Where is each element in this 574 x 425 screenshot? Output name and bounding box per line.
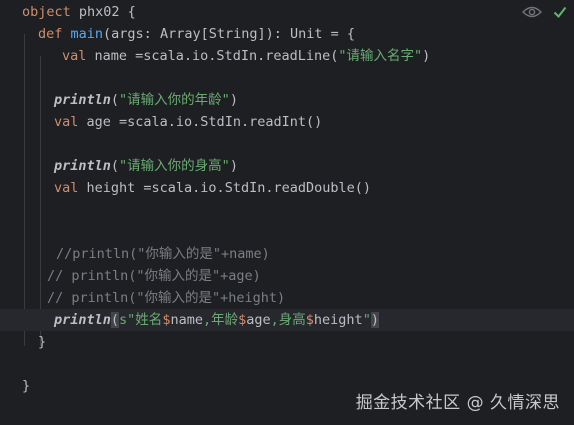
indent-guide (40, 56, 41, 346)
code-line-2[interactable]: def main(args: Array[String]): Unit = { (38, 23, 355, 45)
string-literal: " (362, 312, 371, 328)
println-call: println (54, 312, 111, 328)
code-editor[interactable]: object phx02 { def main(args: Array[Stri… (0, 0, 574, 425)
code-line-14[interactable]: // println("你输入的是"+height) (47, 287, 285, 309)
code-line-6[interactable]: val age =scala.io.StdIn.readInt() (54, 111, 322, 133)
keyword-val: val (62, 48, 87, 64)
code-line-9[interactable]: val height =scala.io.StdIn.readDouble() (54, 177, 371, 199)
println-call: println (54, 92, 111, 108)
code-line-13[interactable]: // println("你输入的是"+age) (47, 265, 261, 287)
line-comment: // println("你输入的是"+age) (47, 268, 261, 284)
editor-toolbar (522, 4, 568, 20)
indent-guide (24, 34, 25, 346)
paren: ( (110, 158, 120, 174)
closing-brace: } (38, 334, 47, 350)
interpolated-variable: name (170, 312, 203, 328)
code-line-1[interactable]: object phx02 { (22, 1, 136, 23)
object-name: phx02 { (70, 4, 136, 20)
keyword-def: def (38, 26, 63, 42)
closing-brace: } (22, 378, 31, 394)
paren: ) (229, 92, 238, 108)
eye-icon[interactable] (522, 5, 542, 19)
code-line-15[interactable]: println(s"姓名$name,年龄$age,身高$height") (54, 309, 379, 331)
method-name: main (70, 26, 104, 42)
statement-text: name =scala.io.StdIn.readLine( (86, 48, 339, 64)
check-icon[interactable] (552, 4, 568, 20)
statement-text: age =scala.io.StdIn.readInt() (78, 114, 323, 130)
keyword-object: object (22, 4, 71, 20)
string-literal: ,身高 (270, 312, 306, 328)
code-line-16[interactable]: } (38, 331, 46, 353)
watermark: 掘金技术社区 @ 久情深思 (355, 393, 560, 413)
interpolated-string: s"姓名 (119, 312, 163, 328)
println-call: println (54, 158, 111, 174)
keyword-val: val (54, 180, 79, 196)
keyword-val: val (54, 114, 79, 130)
string-literal: "请输入你的身高" (119, 158, 230, 174)
statement-text: height =scala.io.StdIn.readDouble() (78, 180, 371, 196)
matched-paren: ( (110, 312, 120, 328)
string-literal: "请输入你的年龄" (119, 92, 230, 108)
code-line-8[interactable]: println("请输入你的身高") (54, 155, 238, 177)
method-signature: (args: Array[String]): Unit = { (103, 26, 356, 42)
matched-paren: ) (370, 312, 379, 328)
code-line-12[interactable]: //println("你输入的是"+name) (56, 243, 270, 265)
code-line-18[interactable]: } (22, 375, 30, 397)
paren: ) (229, 158, 238, 174)
line-comment: // println("你输入的是"+height) (47, 290, 286, 306)
string-literal: "请输入名字" (338, 48, 423, 64)
interpolation-marker: $ (305, 312, 314, 328)
line-comment: //println("你输入的是"+name) (56, 246, 270, 262)
paren: ( (110, 92, 120, 108)
paren: ) (422, 48, 431, 64)
code-line-5[interactable]: println("请输入你的年龄") (54, 89, 238, 111)
interpolated-variable: height (313, 312, 363, 328)
string-literal: ,年龄 (202, 312, 239, 328)
interpolated-variable: age (246, 312, 271, 328)
code-line-3[interactable]: val name =scala.io.StdIn.readLine("请输入名字… (62, 45, 430, 67)
